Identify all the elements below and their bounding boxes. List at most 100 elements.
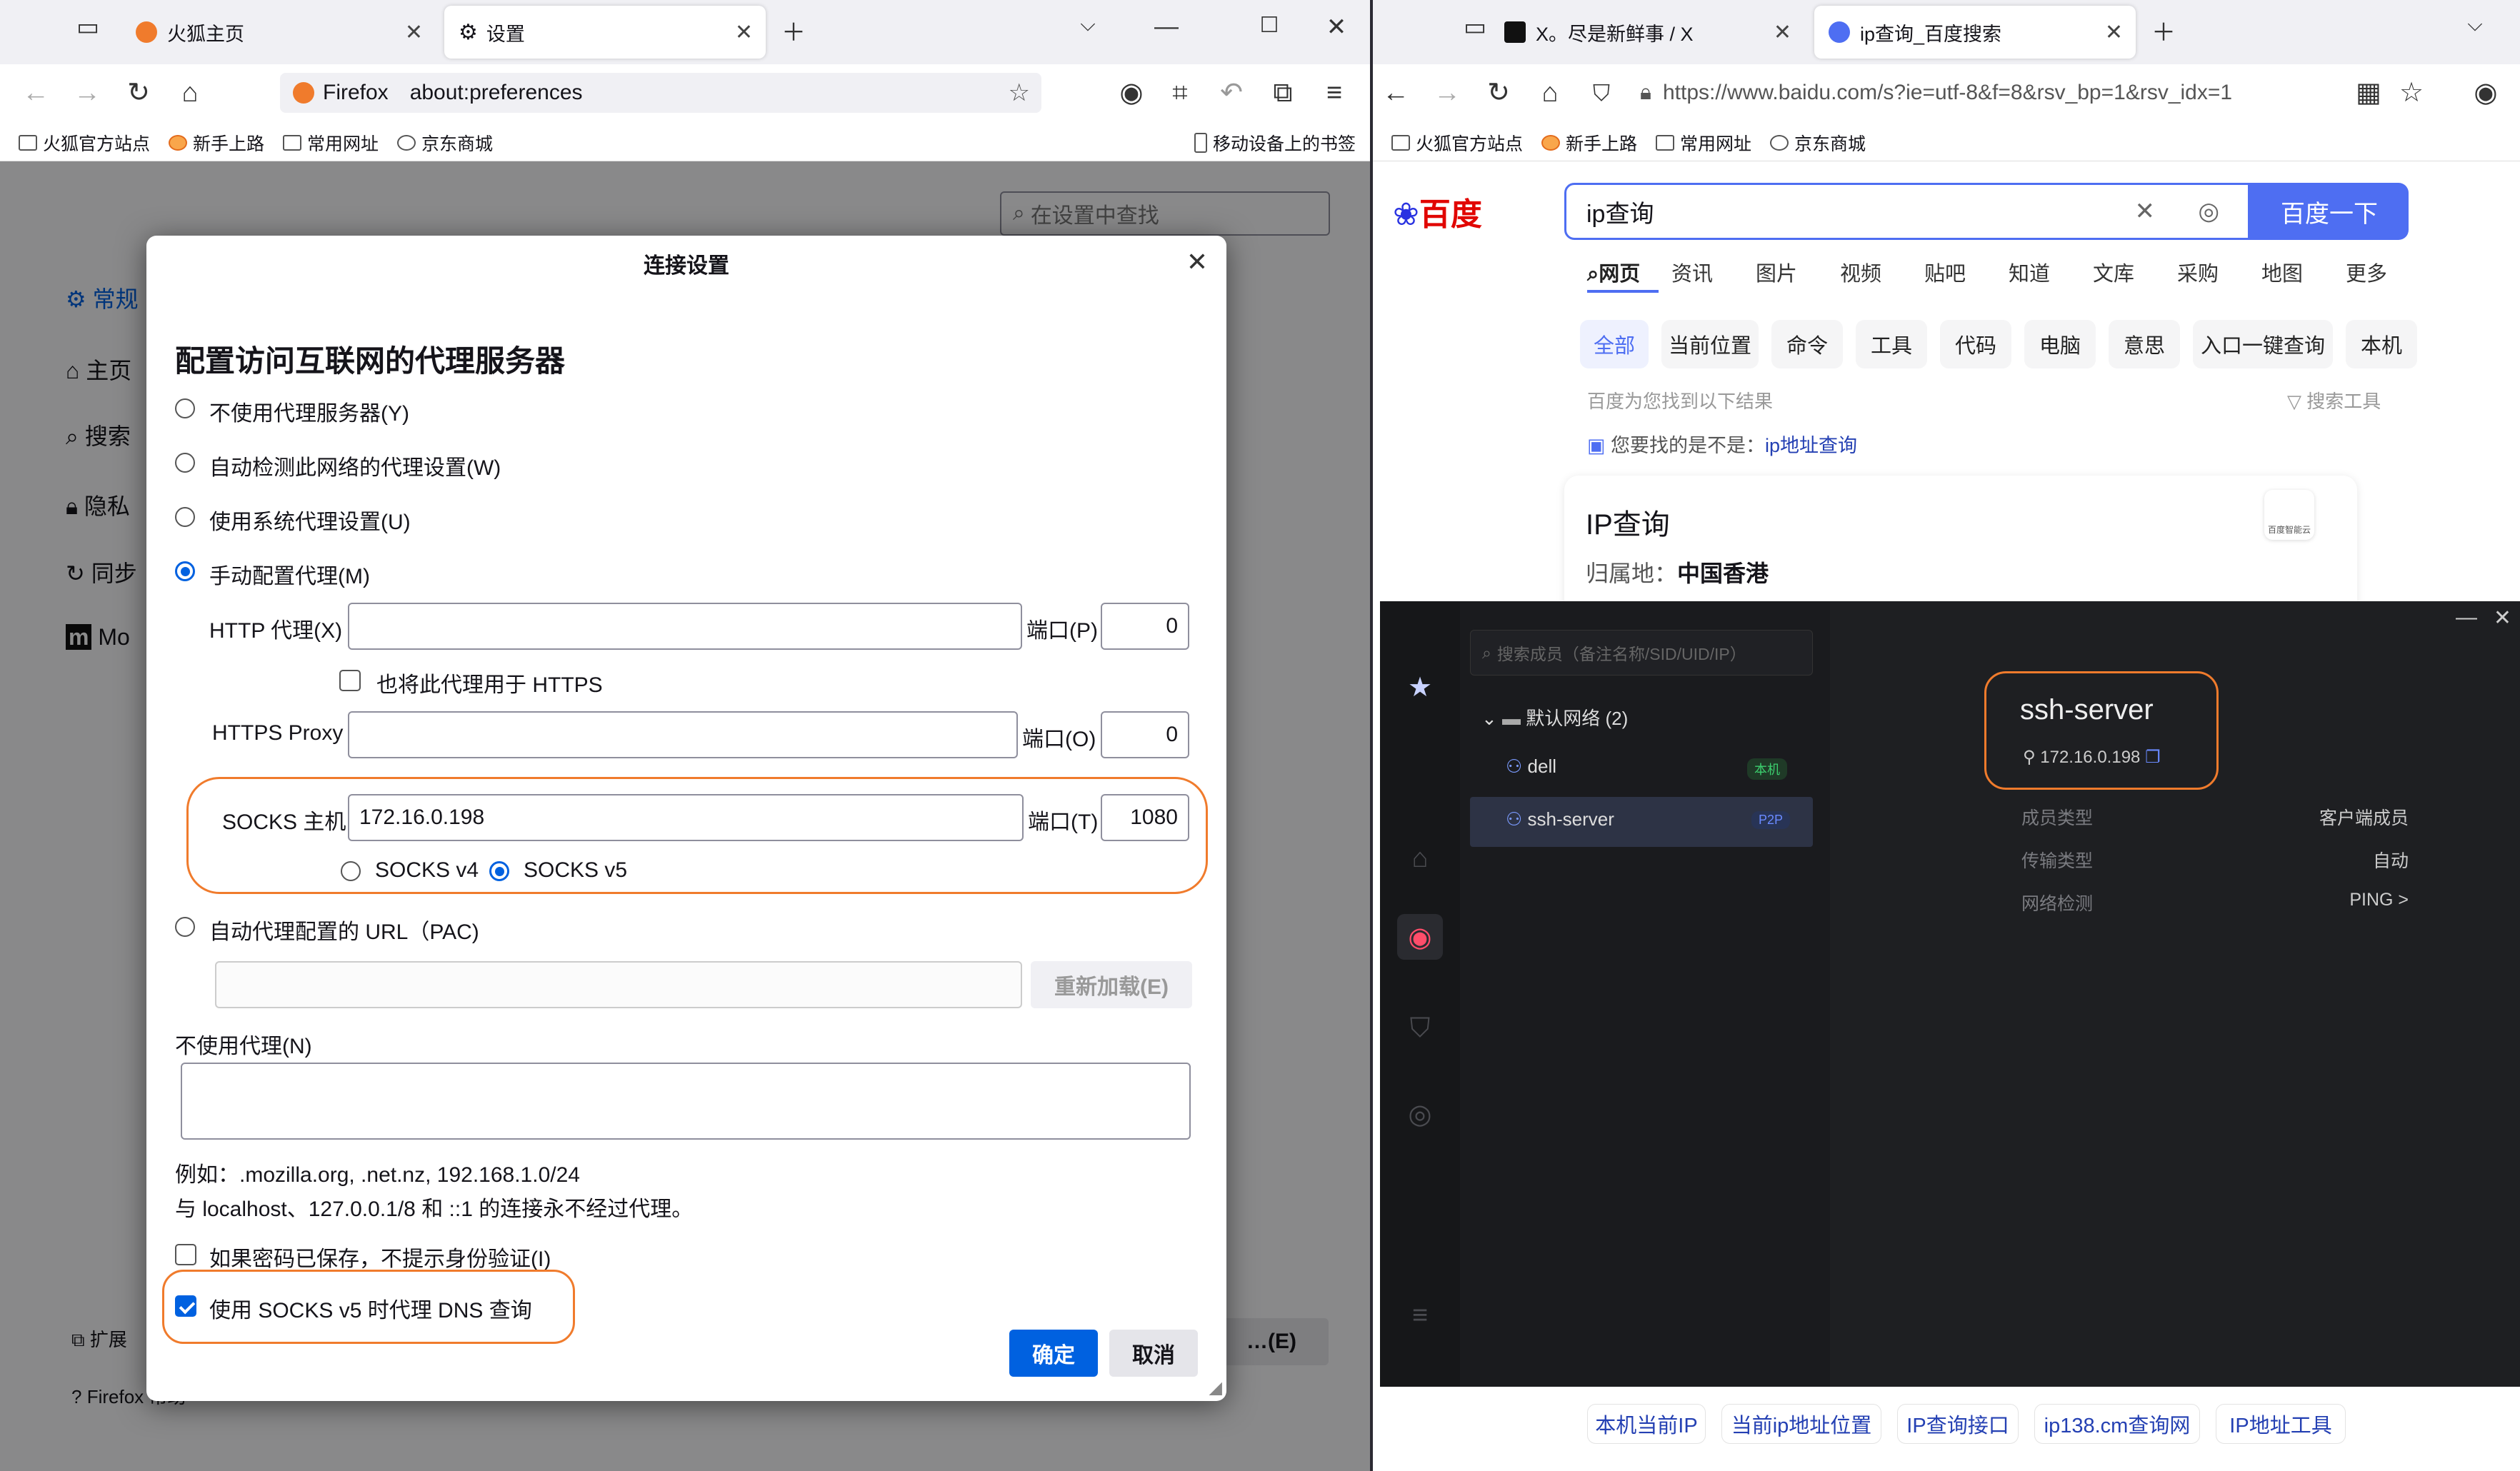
home-icon[interactable]: ⌂ bbox=[1530, 74, 1570, 111]
list-tabs-icon[interactable]: ⌵ bbox=[1070, 13, 1106, 36]
did-you-mean-link[interactable]: ip地址查询 bbox=[1765, 435, 1857, 456]
menu-icon[interactable]: ≡ bbox=[1406, 1300, 1434, 1330]
pill[interactable]: 入口一键查询 bbox=[2193, 320, 2333, 368]
reload-icon[interactable]: ↻ bbox=[119, 74, 159, 111]
star-icon[interactable]: ★ bbox=[1406, 673, 1434, 703]
bookmark-item[interactable]: 火狐官方站点 bbox=[1391, 130, 1523, 156]
camera-icon[interactable]: ◎ bbox=[2198, 197, 2219, 226]
list-tabs-icon[interactable]: ⌵ bbox=[2457, 13, 2493, 36]
pill[interactable]: 意思 bbox=[2109, 320, 2180, 368]
search-tools[interactable]: ▽ 搜索工具 bbox=[2287, 387, 2381, 413]
bookmark-item[interactable]: 常用网址 bbox=[1656, 130, 1751, 156]
tab-firefox-home[interactable]: 火狐主页 ✕ bbox=[121, 6, 436, 59]
extensions-icon[interactable]: ⧉ bbox=[1263, 74, 1303, 111]
bottom-link[interactable]: 本机当前IP bbox=[1587, 1404, 1706, 1444]
new-tab-icon[interactable]: ＋ bbox=[776, 13, 811, 48]
bookmark-item[interactable]: 京东商城 bbox=[1770, 130, 1866, 156]
account-icon[interactable]: ◉ bbox=[1111, 74, 1151, 111]
compass-icon[interactable]: ◎ bbox=[1406, 1100, 1434, 1130]
shield-icon[interactable]: ⛉ bbox=[1581, 74, 1621, 111]
socks-host-input[interactable]: 172.16.0.198 bbox=[348, 794, 1024, 841]
url-bar[interactable]: 🔒︎ https://www.baidu.com/s?ie=utf-8&f=8&… bbox=[1627, 73, 2356, 113]
account-icon[interactable]: ◉ bbox=[2466, 74, 2506, 111]
baidu-tab-map[interactable]: 地图 bbox=[2261, 257, 2303, 287]
pill[interactable]: 当前位置 bbox=[1661, 320, 1759, 368]
minimize-icon[interactable]: — bbox=[1149, 13, 1184, 41]
pill[interactable]: 工具 bbox=[1856, 320, 1927, 368]
clear-icon[interactable]: ✕ bbox=[2135, 197, 2156, 226]
pill-all[interactable]: 全部 bbox=[1580, 320, 1649, 368]
tab-overview-icon[interactable]: ▭ bbox=[1457, 13, 1493, 41]
minimize-icon[interactable]: — bbox=[2456, 606, 2477, 630]
baidu-tab-web[interactable]: ⌕网页 bbox=[1587, 257, 1640, 287]
close-icon[interactable]: ✕ bbox=[1186, 247, 1208, 277]
pill[interactable]: 本机 bbox=[2346, 320, 2417, 368]
bottom-link[interactable]: IP查询接口 bbox=[1897, 1404, 2019, 1444]
tab-x[interactable]: X。尽是新鲜事 / X ✕ bbox=[1490, 6, 1804, 59]
copy-icon[interactable]: ❐ bbox=[2145, 748, 2161, 767]
back-icon[interactable]: ← bbox=[1376, 74, 1416, 111]
baidu-search-button[interactable]: 百度一下 bbox=[2250, 183, 2409, 240]
resize-grip-icon[interactable]: ◢ bbox=[1209, 1377, 1222, 1398]
network-icon[interactable]: ◉ bbox=[1406, 923, 1434, 953]
tab-overview-icon[interactable]: ▭ bbox=[70, 13, 106, 41]
no-proxy-textarea[interactable] bbox=[181, 1063, 1191, 1140]
back-icon[interactable]: ← bbox=[16, 74, 56, 111]
radio-system-proxy[interactable] bbox=[175, 507, 195, 527]
https-port-input[interactable]: 0 bbox=[1101, 711, 1189, 758]
forward-icon[interactable]: → bbox=[1427, 74, 1467, 111]
bottom-link[interactable]: IP地址工具 bbox=[2216, 1404, 2346, 1444]
baidu-tab-more[interactable]: 更多 bbox=[2346, 257, 2387, 287]
bookmark-item[interactable]: 京东商城 bbox=[397, 130, 493, 156]
pill[interactable]: 命令 bbox=[1771, 320, 1843, 368]
checkbox-socks-dns[interactable] bbox=[175, 1295, 196, 1317]
https-proxy-input[interactable] bbox=[348, 711, 1018, 758]
close-tab-icon[interactable]: ✕ bbox=[735, 20, 753, 45]
radio-pac[interactable] bbox=[175, 917, 195, 937]
bookmark-star-icon[interactable]: ☆ bbox=[1009, 79, 1030, 107]
reload-button[interactable]: 重新加载(E) bbox=[1031, 961, 1192, 1008]
member-search-input[interactable]: ⌕ 搜索成员（备注名称/SID/UID/IP） bbox=[1470, 630, 1813, 676]
screenshot-icon[interactable]: ⌗ bbox=[1160, 74, 1200, 111]
group-default-network[interactable]: ⌄ ▬ 默认网络 (2) bbox=[1481, 704, 1830, 731]
ping-link[interactable]: PING > bbox=[2237, 890, 2409, 910]
baidu-logo[interactable]: ❀百度 bbox=[1393, 189, 1482, 234]
http-port-input[interactable]: 0 bbox=[1101, 603, 1189, 650]
bookmark-item[interactable]: 新手上路 bbox=[169, 130, 264, 156]
tab-baidu[interactable]: ip查询_百度搜索 ✕ bbox=[1814, 6, 2136, 59]
close-tab-icon[interactable]: ✕ bbox=[2105, 20, 2123, 45]
pill[interactable]: 代码 bbox=[1940, 320, 2011, 368]
shield-icon[interactable]: ⛉ bbox=[1406, 1013, 1434, 1043]
bottom-link[interactable]: ip138.cm查询网 bbox=[2034, 1404, 2200, 1444]
checkbox-also-https[interactable] bbox=[339, 670, 361, 691]
baidu-tab-images[interactable]: 图片 bbox=[1756, 257, 1797, 287]
mobile-bookmarks[interactable]: 移动设备上的书签 bbox=[1194, 130, 1356, 156]
pac-url-input[interactable] bbox=[215, 961, 1022, 1008]
tab-settings[interactable]: ⚙ 设置 ✕ bbox=[444, 6, 766, 59]
menu-icon[interactable]: ≡ bbox=[1314, 74, 1354, 111]
new-tab-icon[interactable]: ＋ bbox=[2146, 13, 2181, 48]
baidu-tab-zhidao[interactable]: 知道 bbox=[2009, 257, 2050, 287]
reload-icon[interactable]: ↻ bbox=[1479, 74, 1519, 111]
close-tab-icon[interactable]: ✕ bbox=[1774, 20, 1791, 45]
radio-socks-v5[interactable] bbox=[489, 861, 509, 881]
socks-port-input[interactable]: 1080 bbox=[1101, 794, 1189, 841]
radio-manual-proxy[interactable] bbox=[175, 561, 195, 581]
baidu-tab-wenku[interactable]: 文库 bbox=[2093, 257, 2134, 287]
bookmark-star-icon[interactable]: ☆ bbox=[2391, 74, 2431, 111]
radio-no-proxy[interactable] bbox=[175, 398, 195, 418]
close-window-icon[interactable]: ✕ bbox=[1319, 13, 1354, 41]
close-icon[interactable]: ✕ bbox=[2494, 606, 2511, 631]
url-bar[interactable]: Firefox about:preferences ☆ bbox=[280, 73, 1041, 113]
pill[interactable]: 电脑 bbox=[2024, 320, 2096, 368]
close-tab-icon[interactable]: ✕ bbox=[405, 20, 423, 45]
baidu-tab-purchase[interactable]: 采购 bbox=[2177, 257, 2219, 287]
qr-code-icon[interactable]: ▦ bbox=[2349, 74, 2389, 111]
undo-icon[interactable]: ↶ bbox=[1211, 74, 1251, 111]
bottom-link[interactable]: 当前ip地址位置 bbox=[1721, 1404, 1881, 1444]
radio-auto-detect[interactable] bbox=[175, 453, 195, 473]
ok-button[interactable]: 确定 bbox=[1009, 1330, 1098, 1377]
baidu-tab-tieba[interactable]: 贴吧 bbox=[1924, 257, 1966, 287]
checkbox-no-auth-prompt[interactable] bbox=[175, 1244, 196, 1265]
baidu-search-input[interactable]: ip查询 ✕ ◎ bbox=[1564, 183, 2250, 240]
